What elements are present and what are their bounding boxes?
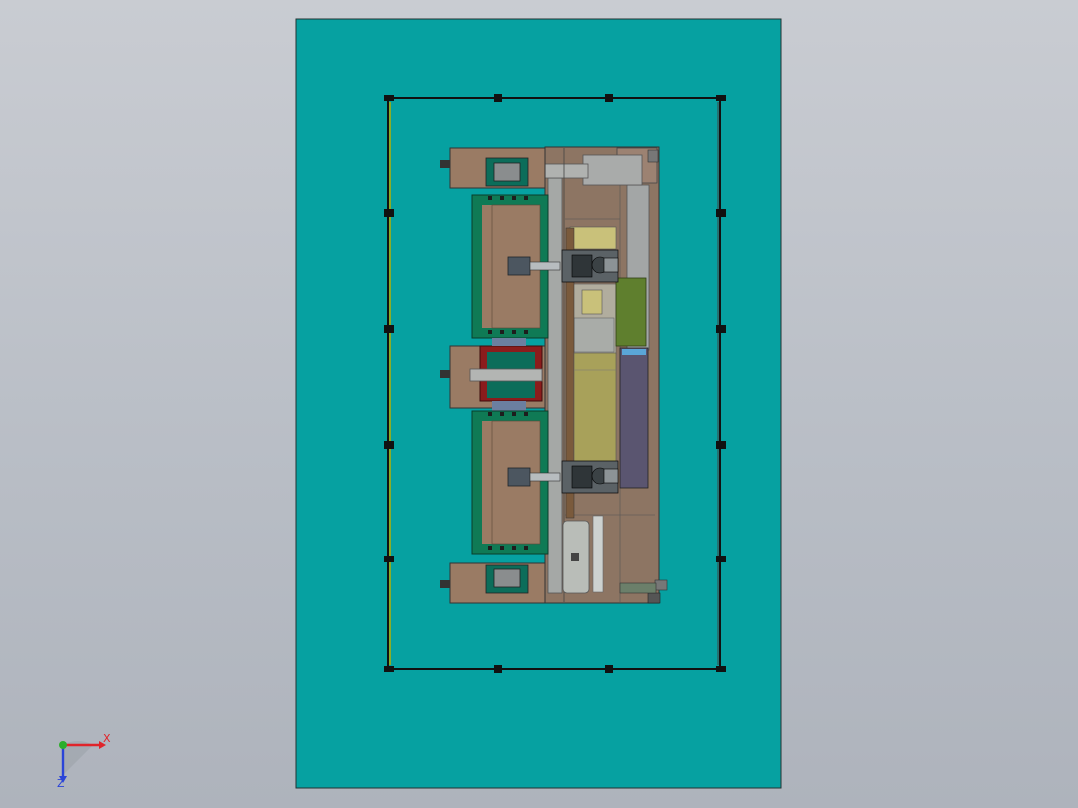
graphics-viewport[interactable]: X Z [0, 0, 1078, 808]
robot-lower[interactable] [561, 460, 619, 494]
center-station[interactable] [469, 338, 543, 411]
cad-scene[interactable] [0, 0, 1078, 808]
robot-upper[interactable] [561, 249, 619, 283]
fixture-lower[interactable] [471, 410, 561, 555]
triad-z-label: Z [57, 777, 65, 790]
gas-tank[interactable] [562, 520, 590, 594]
triad-x-label: X [103, 732, 111, 745]
reference-triad [59, 740, 106, 783]
fixture-upper[interactable] [471, 194, 561, 339]
